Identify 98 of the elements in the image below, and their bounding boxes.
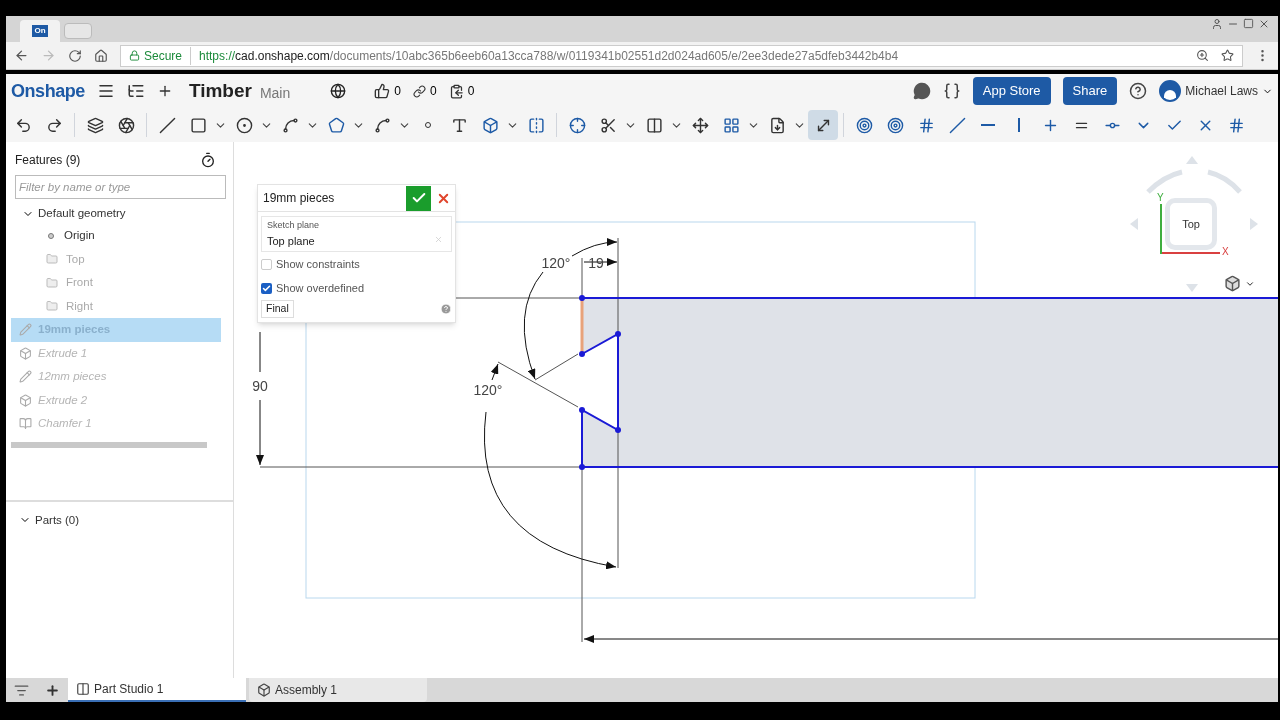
tree-item[interactable]: Default geometry: [38, 205, 126, 223]
box-icon: [19, 346, 32, 360]
link-icon[interactable]: [412, 84, 426, 98]
box-icon: [19, 393, 32, 407]
document-tab[interactable]: Assembly 1: [249, 678, 427, 702]
dimension-label[interactable]: 120°: [541, 255, 571, 271]
document-tab[interactable]: Part Studio 1: [68, 678, 246, 702]
filter-icon[interactable]: [14, 682, 29, 698]
copy-count: 0: [467, 83, 475, 100]
plane-icon: [46, 253, 58, 266]
zoom-icon[interactable]: [1196, 49, 1209, 62]
angle-dimension[interactable]: [483, 411, 617, 569]
x-axis: [1162, 252, 1220, 254]
option-label: Show overdefined: [276, 280, 365, 296]
dimension-label[interactable]: 90: [252, 378, 268, 394]
like-count: 0: [394, 83, 401, 100]
angle-arrow[interactable]: [490, 363, 499, 381]
height-dimension-line[interactable]: [259, 331, 261, 373]
sketch-plane-field[interactable]: Sketch plane Top plane: [261, 216, 452, 252]
accept-button[interactable]: [406, 185, 431, 211]
text-icon: [450, 116, 468, 134]
mirror-icon: [527, 116, 545, 134]
view-cube[interactable]: Top: [1165, 198, 1217, 250]
origin-icon: [48, 232, 54, 239]
browser-tab[interactable]: On: [20, 20, 60, 42]
address-bar[interactable]: Secure https://cad.onshape.com/documents/10abc365b6eeb60a13cca788/w/0119341b02551d2d024ad605/e/2ee3dede27a5dfeb3442b4b4: [120, 44, 1243, 67]
file-icon: [768, 116, 786, 134]
dimension-label[interactable]: 120°: [473, 382, 503, 398]
plane-icon: [46, 300, 58, 313]
pencil-icon: [19, 370, 32, 384]
y-axis-label: Y: [1157, 191, 1164, 205]
tree-item[interactable]: Origin: [64, 227, 95, 245]
length-dimension[interactable]: [583, 635, 1278, 643]
undo-icon: [14, 116, 32, 134]
help-icon[interactable]: [1129, 82, 1148, 100]
copy-icon[interactable]: [448, 83, 464, 99]
aperture-icon: [117, 116, 135, 134]
view-cube-icon[interactable]: [1224, 275, 1241, 292]
header-button[interactable]: App Store: [972, 77, 1051, 105]
line-icon: [158, 116, 176, 134]
like-icon[interactable]: [374, 83, 391, 99]
features-title: Features (9): [15, 152, 81, 169]
grid-icon: [722, 116, 740, 134]
lock-icon: [129, 50, 140, 61]
menu-icon[interactable]: [96, 82, 115, 100]
maximize-icon[interactable]: [1243, 18, 1254, 29]
home-icon[interactable]: [94, 48, 108, 63]
globe-icon[interactable]: [330, 83, 347, 99]
field-value: Top plane: [267, 233, 315, 249]
variable-icon[interactable]: [942, 82, 961, 100]
workspace-label: Main: [259, 83, 291, 103]
assembly-icon: [257, 683, 271, 697]
filter-field[interactable]: Filter by name or type: [15, 175, 226, 199]
checkbox[interactable]: [261, 282, 272, 294]
link-count: 0: [429, 83, 437, 100]
reload-icon[interactable]: [68, 48, 82, 63]
comment-icon[interactable]: [912, 82, 931, 100]
tool-button[interactable]: [808, 110, 838, 140]
part-studio-icon: [76, 682, 90, 696]
url-text: https://cad.onshape.com/documents/10abc365b6eeb60a13cca788/w/0119341b02551d2d024ad605/e/2ee3dede27a5dfeb3442b4b4: [198, 47, 899, 65]
y-axis: [1160, 204, 1162, 254]
close-icon[interactable]: [1258, 18, 1270, 30]
redo-icon: [45, 116, 63, 134]
tree-icon[interactable]: [126, 82, 145, 100]
document-title: Timber: [188, 78, 252, 103]
field-label: Sketch plane: [267, 219, 321, 232]
dialog-title: 19mm pieces: [262, 190, 336, 207]
height-dimension[interactable]: [256, 399, 264, 466]
bookmark-icon[interactable]: [1221, 49, 1234, 62]
rectangle-icon: [189, 116, 207, 134]
arc-icon: [281, 116, 299, 134]
parts-title[interactable]: Parts (0): [35, 511, 80, 529]
profile-icon[interactable]: [1211, 18, 1223, 30]
final-button[interactable]: Final: [261, 300, 294, 318]
back-icon[interactable]: [14, 48, 29, 63]
circle-icon: [235, 116, 253, 134]
x-axis-label: X: [1222, 245, 1229, 259]
pencil-icon: [19, 323, 32, 337]
avatar-icon[interactable]: [1159, 80, 1182, 102]
scissors-icon: [599, 116, 617, 134]
secure-label: Secure: [144, 46, 192, 65]
angle-dimension[interactable]: [571, 238, 618, 257]
user-name[interactable]: Michael Laws: [1185, 82, 1258, 100]
move-icon: [691, 116, 709, 134]
plane-icon: [46, 276, 58, 289]
spline-icon: [373, 116, 391, 134]
tab-logo: On: [32, 25, 48, 37]
add-icon[interactable]: [45, 682, 60, 698]
book-icon: [19, 417, 32, 431]
header-button[interactable]: Share: [1062, 77, 1118, 105]
checkbox[interactable]: [261, 258, 272, 270]
angle-dimension[interactable]: [523, 271, 544, 380]
app-logo[interactable]: Onshape: [11, 77, 85, 105]
polygon-icon: [327, 116, 345, 134]
option-label: Show constraints: [276, 256, 360, 272]
box-icon: [481, 116, 499, 134]
layers-icon: [86, 116, 104, 134]
timer-icon[interactable]: [200, 152, 216, 168]
